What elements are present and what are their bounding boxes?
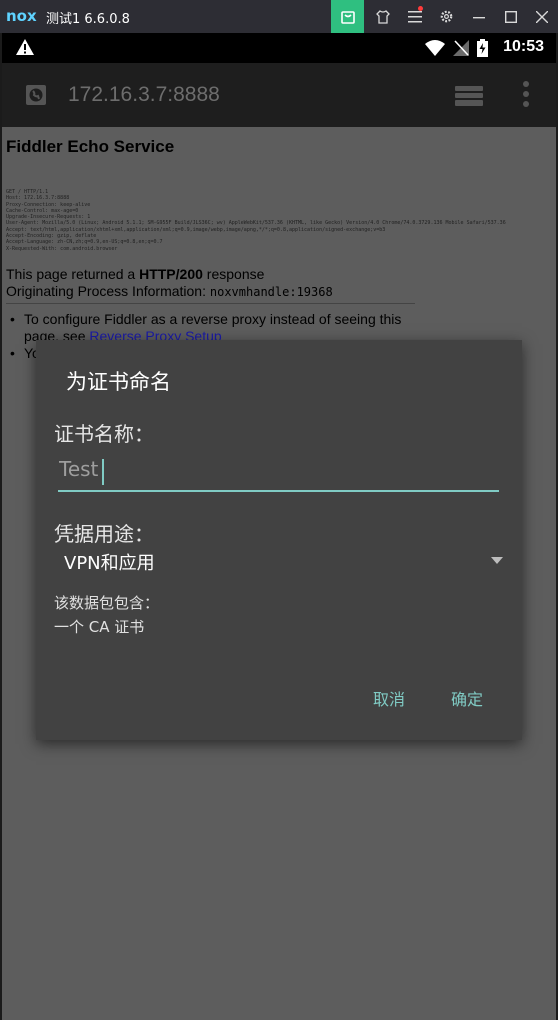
credential-usage-select[interactable]: VPN和应用 [58,545,503,575]
close-icon[interactable] [525,0,558,33]
response-code: HTTP/200 [139,266,203,282]
menu-icon[interactable] [398,0,431,33]
shopping-bag-icon[interactable] [331,0,364,33]
emulator-title-bar: nox 测试1 6.6.0.8 [0,0,558,33]
minimize-icon[interactable] [462,0,495,33]
origin-value: noxvmhandle:19368 [209,285,333,299]
url-address-field[interactable]: 172.16.3.7:8888 [68,83,220,107]
response-suffix: response [202,266,265,282]
notification-dot [418,6,423,11]
response-prefix: This page returned a [6,266,140,282]
package-contains-value: 一个 CA 证书 [54,618,145,636]
status-clock: 10:53 [503,38,544,55]
shirt-icon[interactable] [366,0,399,33]
battery-charging-icon [477,39,488,61]
text-caret [102,459,104,485]
ok-button[interactable]: 确定 [451,686,483,710]
tabs-icon[interactable] [454,85,484,111]
globe-icon[interactable] [26,85,46,105]
package-contains-label: 该数据包包含： [54,594,160,612]
maximize-icon[interactable] [494,0,527,33]
no-signal-icon [453,40,469,60]
origin-label: Originating Process Information: [6,283,210,299]
response-info: This page returned a HTTP/200 response O… [6,266,333,301]
certificate-name-input[interactable] [58,452,499,492]
android-status-bar: 10:53 [2,33,556,63]
page-heading: Fiddler Echo Service [6,137,175,156]
wifi-icon [425,40,445,60]
dropdown-arrow-icon [491,557,503,564]
gear-icon[interactable] [430,0,463,33]
credential-usage-value: VPN和应用 [64,553,155,574]
dialog-title: 为证书命名 [66,370,171,394]
warning-icon [15,38,35,60]
cancel-button[interactable]: 取消 [373,686,405,710]
raw-request-headers: GET / HTTP/1.1 Host: 172.16.3.7:8888 Pro… [6,189,506,252]
name-certificate-dialog: 为证书命名 证书名称： 凭据用途： VPN和应用 该数据包包含： 一个 CA 证… [36,340,522,740]
credential-usage-label: 凭据用途： [54,522,154,546]
more-vert-icon[interactable] [522,81,530,111]
certificate-name-label: 证书名称： [54,422,154,446]
browser-toolbar: 172.16.3.7:8888 [2,63,556,127]
nox-logo: nox [6,7,37,25]
divider [6,303,415,304]
window-title: 测试1 6.6.0.8 [46,12,130,27]
